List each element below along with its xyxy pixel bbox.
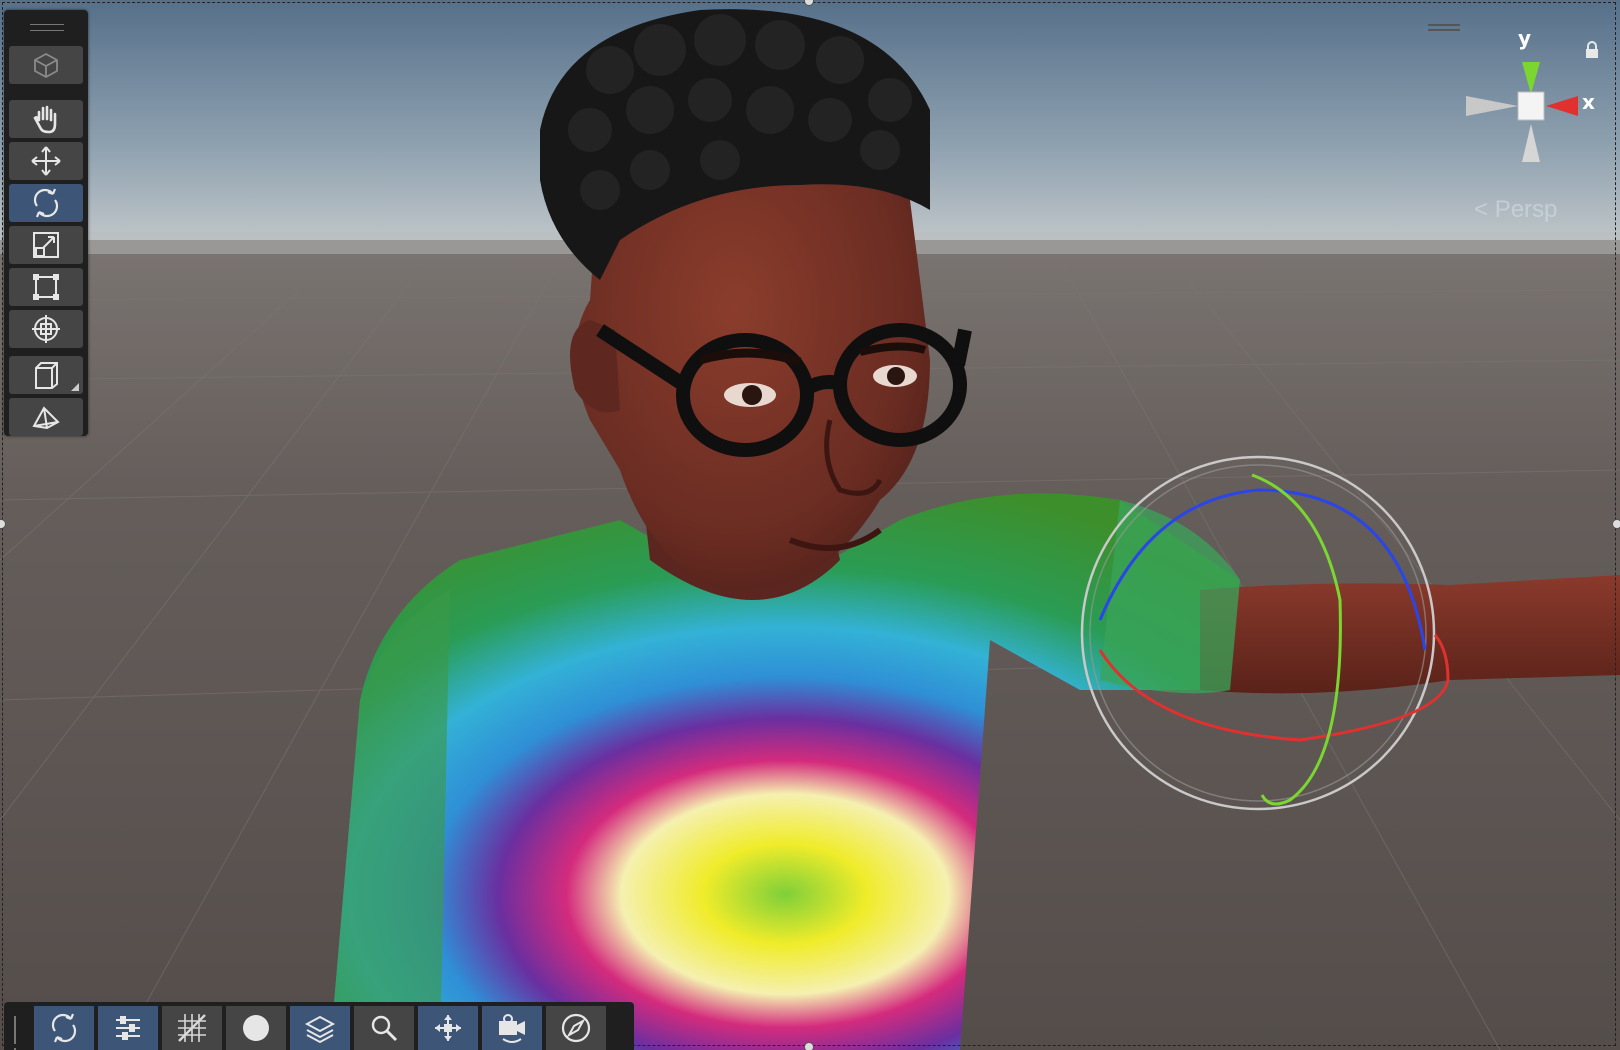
lock-icon[interactable]: [1584, 40, 1600, 60]
rect-tool-icon: [33, 274, 59, 300]
hand-tool-icon: [33, 105, 57, 134]
settings-button[interactable]: [98, 1006, 160, 1050]
neg-x-axis-cone[interactable]: [1466, 96, 1518, 116]
grid-snap-button[interactable]: [162, 1006, 224, 1050]
view-cube-icon: [34, 52, 58, 79]
neg-y-axis-cone[interactable]: [1522, 124, 1540, 162]
rotate-toggle-button[interactable]: [34, 1006, 96, 1050]
toolbar-drag-handle[interactable]: [14, 1016, 22, 1050]
custom-tool-button[interactable]: [9, 356, 83, 394]
tools-drag-handle[interactable]: [30, 24, 64, 34]
gizmos-button[interactable]: [418, 1006, 480, 1050]
settings-sliders-icon: [116, 1016, 140, 1040]
camera-visibility-icon: [499, 1014, 525, 1043]
x-axis-label: x: [1582, 90, 1595, 114]
camera-visibility-button[interactable]: [482, 1006, 544, 1050]
resize-handle-bottom[interactable]: [804, 1042, 814, 1050]
scale-tool-button[interactable]: [9, 226, 83, 264]
y-axis-label: y: [1518, 26, 1532, 50]
rotate-tool-icon: [33, 188, 59, 218]
search-icon: [371, 1015, 398, 1042]
rotate-toggle-icon: [51, 1013, 77, 1043]
shading-mode-button[interactable]: [226, 1006, 288, 1050]
tools-overlay: [4, 10, 88, 436]
gizmos-icon: [435, 1015, 461, 1041]
search-button[interactable]: [354, 1006, 416, 1050]
custom-tool-icon: [35, 362, 58, 389]
scale-tool-icon: [33, 232, 59, 258]
transform-tool-icon: [32, 315, 60, 343]
scene-render[interactable]: [0, 0, 1620, 1050]
x-axis-cone[interactable]: [1546, 96, 1578, 116]
chevron-left-icon: <: [1474, 196, 1495, 223]
move-tool-button[interactable]: [9, 142, 83, 180]
rect-tool-button[interactable]: [9, 268, 83, 306]
poly-tool-button[interactable]: [9, 398, 83, 436]
scene-view-toolbar: [4, 1002, 634, 1050]
layers-button[interactable]: [290, 1006, 352, 1050]
hand-tool-button[interactable]: [9, 100, 83, 138]
gizmo-center-cube[interactable]: [1517, 91, 1545, 121]
orbit-compass-button[interactable]: [546, 1006, 608, 1050]
rotate-tool-button[interactable]: [9, 184, 83, 222]
y-axis-cone[interactable]: [1522, 62, 1540, 94]
transform-tool-button[interactable]: [9, 310, 83, 348]
view-tool-button[interactable]: [9, 46, 83, 84]
projection-toggle[interactable]: < Persp: [1474, 196, 1557, 224]
projection-label: Persp: [1494, 196, 1558, 223]
scene-viewport[interactable]: y x < Persp: [0, 0, 1620, 1050]
resize-handle-right[interactable]: [1612, 519, 1620, 529]
poly-tool-icon: [32, 406, 60, 430]
tool-dropdown-indicator: [71, 383, 79, 391]
shading-sphere-icon: [243, 1015, 269, 1041]
move-tool-icon: [31, 146, 61, 176]
grid-snap-icon: [178, 1014, 206, 1042]
compass-icon: [561, 1013, 591, 1043]
layers-icon: [304, 1015, 336, 1044]
